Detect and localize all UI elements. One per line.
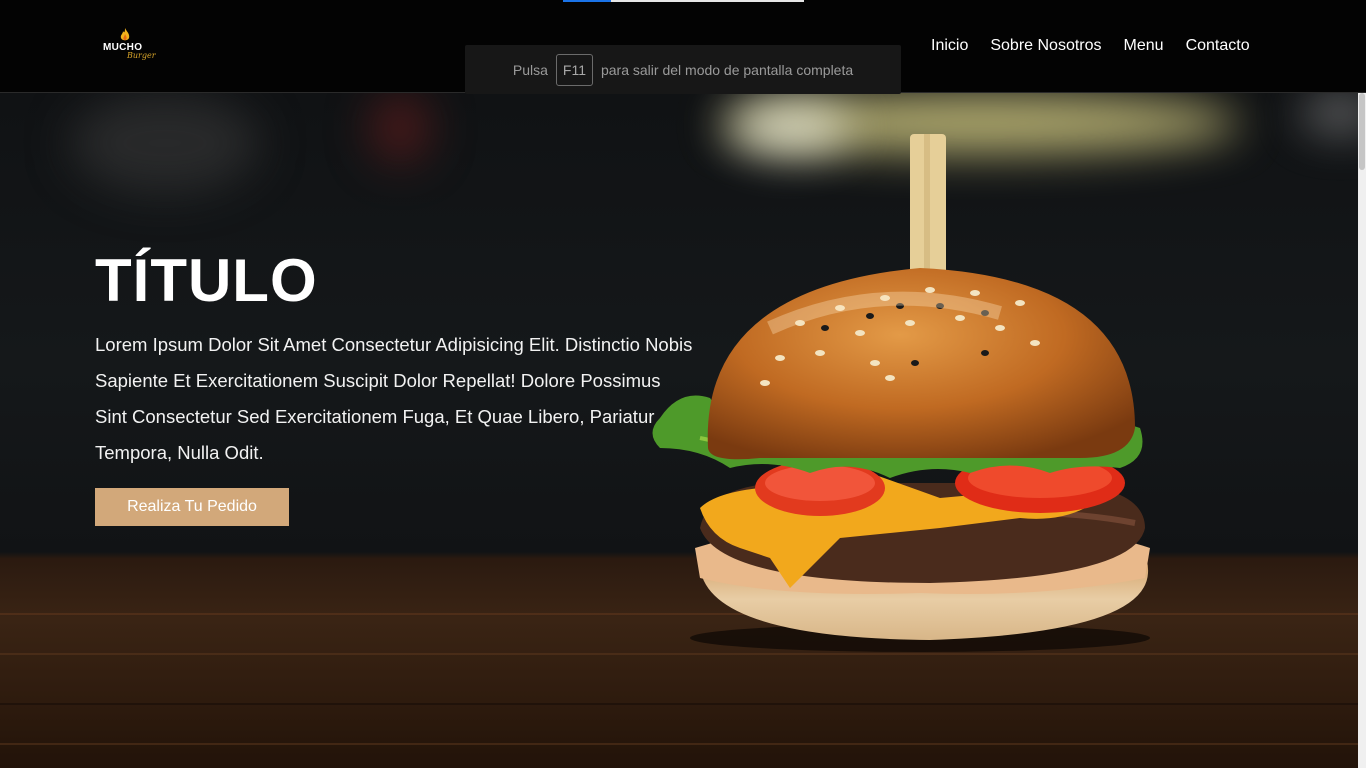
fullscreen-notice: Pulsa F11 para salir del modo de pantall… (465, 45, 901, 94)
fullscreen-notice-before: Pulsa (512, 61, 548, 78)
order-button[interactable]: Realiza Tu Pedido (95, 488, 289, 526)
page: MUCHO Burger Inicio Sobre Nosotros Menu … (0, 0, 1366, 768)
logo[interactable]: MUCHO Burger (101, 28, 156, 62)
logo-script: Burger (127, 51, 156, 60)
nav-contacto[interactable]: Contacto (1186, 37, 1250, 55)
hero-description: Lorem Ipsum Dolor Sit Amet Consectetur A… (95, 334, 693, 463)
nav-menu[interactable]: Menu (1124, 37, 1164, 55)
scrollbar-thumb[interactable] (1359, 93, 1365, 170)
flame-icon (120, 28, 130, 41)
f11-key: F11 (555, 53, 593, 86)
fullscreen-notice-after: para salir del modo de pantalla completa (600, 61, 854, 78)
burger-image (652, 134, 1150, 652)
hero-title: TÍTULO (95, 247, 318, 314)
scrollbar[interactable] (1358, 93, 1366, 768)
nav-inicio[interactable]: Inicio (931, 37, 968, 55)
nav-sobre-nosotros[interactable]: Sobre Nosotros (990, 37, 1101, 55)
page-load-progress (563, 0, 804, 2)
main-nav: Inicio Sobre Nosotros Menu Contacto (931, 37, 1250, 55)
